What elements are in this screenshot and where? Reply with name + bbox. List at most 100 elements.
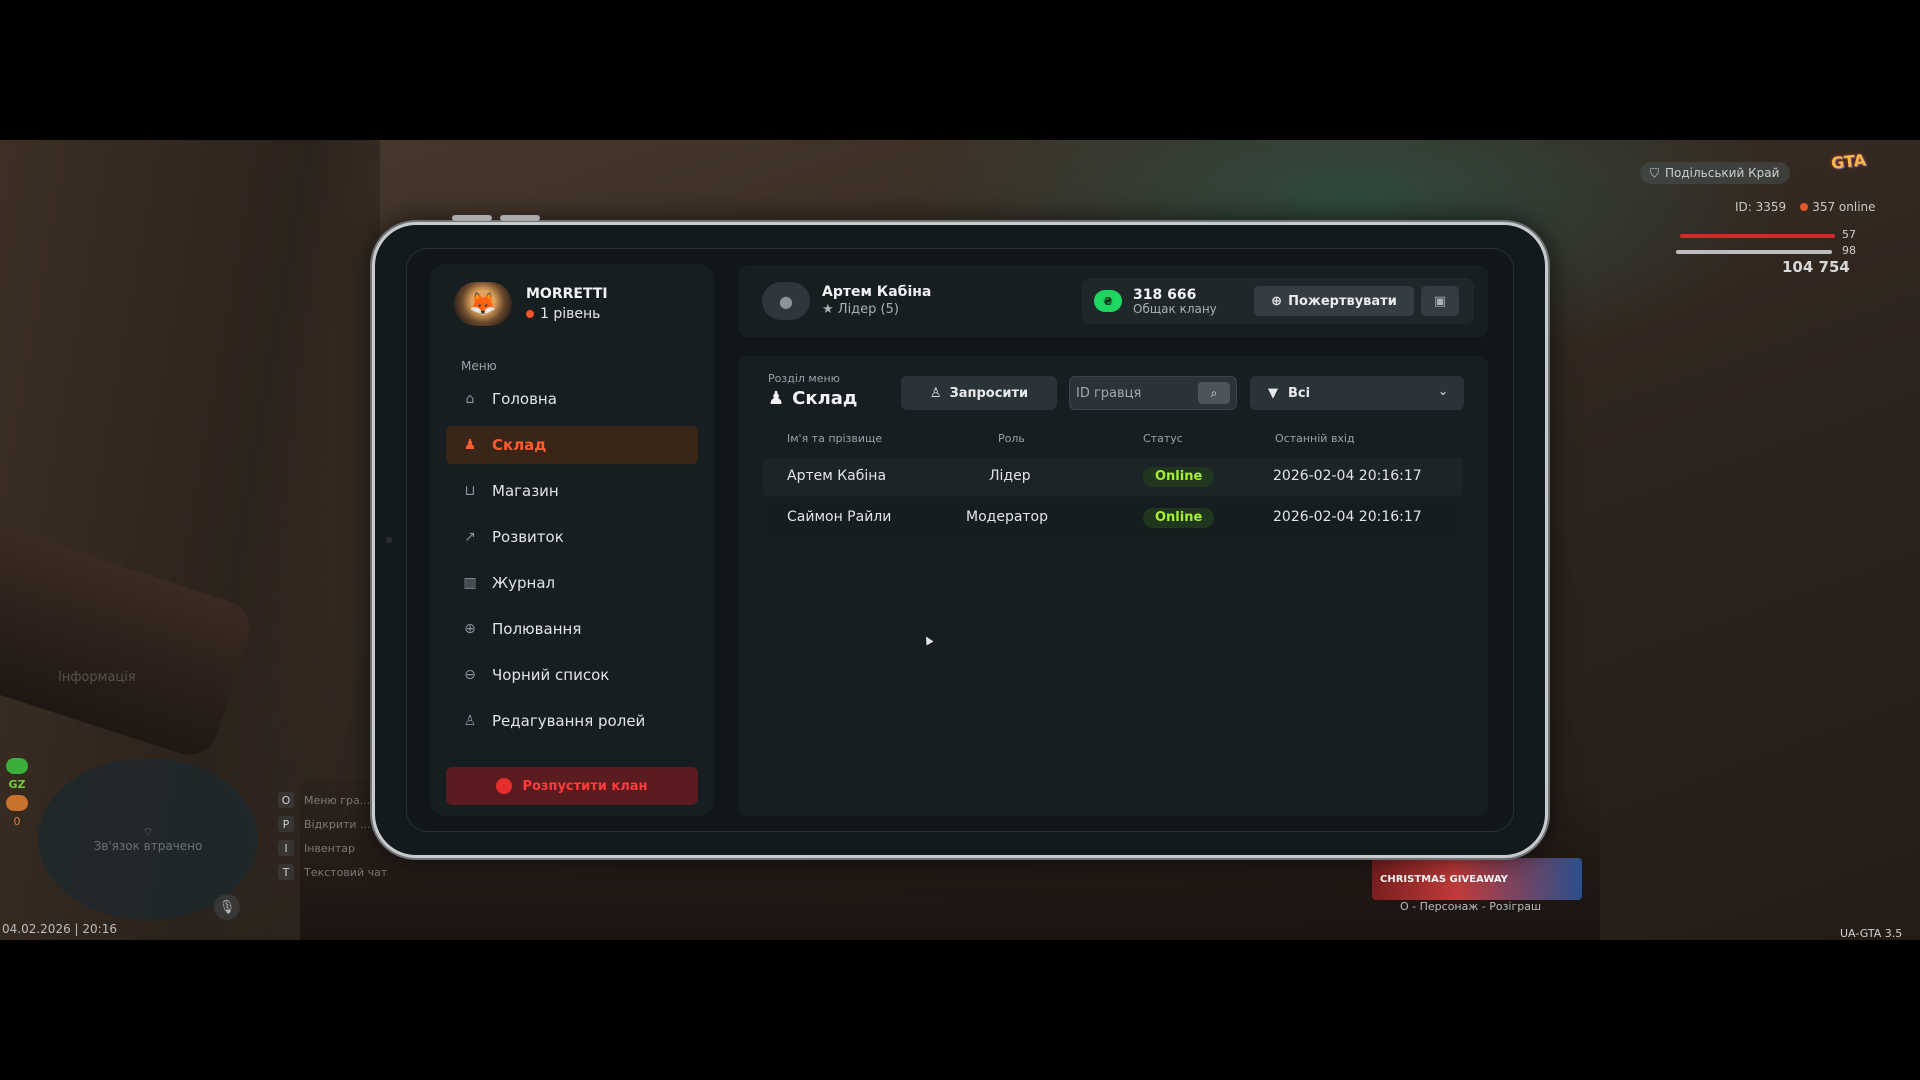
clan-name: MORRETTI [526, 286, 608, 302]
sidebar-item-label: Головна [492, 390, 557, 408]
block-icon: ⊖ [464, 667, 476, 683]
column-last-login: Останній вхід [1275, 432, 1355, 445]
basket-icon: ⊔ [464, 483, 476, 499]
member-last-login: 2026-02-04 20:16:17 [1273, 468, 1422, 484]
key-hint: O Меню гра... [278, 792, 387, 808]
table-row[interactable]: Саймон Райли Модератор Online 2026-02-04… [763, 499, 1463, 537]
minimap-text: Зв'язок втрачено [93, 839, 203, 853]
clan-avatar: 🦊 [454, 282, 512, 326]
bank-label: Общак клану [1133, 302, 1217, 316]
tablet-camera [386, 537, 392, 543]
clan-profile: 🦊 MORRETTI 1 рівень [454, 282, 608, 326]
sidebar-item-label: Склад [492, 436, 547, 454]
table-row[interactable]: Артем Кабіна Лідер Online 2026-02-04 20:… [763, 458, 1463, 496]
online-count: 357 online [1800, 200, 1876, 214]
column-status: Статус [1143, 432, 1183, 445]
sidebar-item-warehouse[interactable]: ♟ Склад [446, 426, 698, 464]
letterbox-bottom [0, 940, 1920, 1080]
health-bar [1680, 234, 1835, 238]
letterbox-top [0, 0, 1920, 140]
money-value: 104 754 [1782, 258, 1850, 276]
menu-title: Меню [461, 359, 497, 373]
status-orange-icon [6, 795, 28, 811]
members-icon: ♟ [768, 388, 785, 409]
health-value: 57 [1842, 228, 1856, 241]
status-green-icon [6, 758, 28, 774]
star-icon: ★ [822, 302, 834, 317]
donate-label: Пожертвувати [1288, 293, 1397, 309]
section-caption: Розділ меню [768, 372, 840, 385]
filter-value: Всі [1288, 385, 1311, 401]
disband-clan-button[interactable]: Розпустити клан [446, 767, 698, 805]
version-label: UA-GTA 3.5 [1840, 927, 1903, 940]
sidebar-item-hunting[interactable]: ⊕ Полювання [446, 610, 698, 648]
member-role: Лідер [989, 468, 1031, 484]
user-avatar-icon: ● [762, 282, 810, 320]
gz-label: GZ [8, 778, 26, 791]
wallet-icon: ▣ [1433, 293, 1447, 309]
server-name: Подільський Край [1665, 166, 1780, 180]
sidebar-menu: ⌂ Головна ♟ Склад ⊔ Магазин ↗ Розвиток ▥… [446, 380, 698, 748]
chart-icon: ↗ [464, 529, 476, 545]
sidebar-item-label: Магазин [492, 482, 559, 500]
user-edit-icon: ♙ [463, 713, 477, 729]
sidebar-item-label: Чорний список [492, 666, 610, 684]
hud-status-dots: GZ 0 [4, 758, 30, 828]
member-role: Модератор [966, 509, 1049, 525]
bank-amount: 318 666 [1133, 287, 1197, 303]
level-dot-icon [526, 310, 534, 318]
filter-select[interactable]: ▼ Всі ⌄ [1250, 376, 1464, 410]
plus-circle-icon: ⊕ [1271, 293, 1283, 309]
armor-value: 98 [1842, 244, 1856, 257]
tablet-button [452, 215, 492, 221]
giveaway-banner: CHRISTMAS GIVEAWAY [1372, 858, 1582, 900]
column-name: Ім'я та прізвище [787, 432, 883, 445]
user-add-icon: ♙ [929, 385, 942, 401]
sidebar-item-label: Журнал [492, 574, 556, 592]
wallet-button[interactable]: ▣ [1421, 286, 1459, 316]
key-hint: T Текстовий чат [278, 864, 387, 880]
members-icon: ♟ [463, 437, 477, 453]
section-title: ♟ Склад [768, 388, 858, 409]
key-hints: O Меню гра... P Відкрити ... I Інвентар T Те… [278, 792, 387, 880]
microphone-icon: 🎙 [214, 894, 240, 920]
datetime: 04.02.2026 | 20:16 [2, 922, 117, 936]
online-dot-icon [1800, 203, 1809, 211]
status-badge: Online [1143, 467, 1215, 487]
sidebar-item-development[interactable]: ↗ Розвиток [446, 518, 698, 556]
server-badge: ⛉ Подільський Край [1640, 162, 1790, 184]
chevron-down-icon: ⌄ [1437, 384, 1448, 398]
book-icon: ▥ [463, 575, 477, 591]
sidebar-item-blacklist[interactable]: ⊖ Чорний список [446, 656, 698, 694]
invite-label: Запросити [949, 385, 1029, 401]
disband-icon [496, 778, 513, 794]
user-name: Артем Кабіна [822, 284, 932, 300]
signal-icon: ⌔ [142, 825, 154, 839]
giveaway-hint: O - Персонаж - Розіграш [1400, 900, 1542, 913]
table-header: Ім'я та прізвище Роль Статус Останній вх… [763, 432, 1463, 448]
invite-button[interactable]: ♙ Запросити [901, 376, 1057, 410]
home-icon: ⌂ [465, 391, 475, 407]
tablet-button [500, 215, 540, 221]
search-icon: ⌕ [1210, 385, 1218, 400]
disband-label: Розпустити клан [522, 778, 648, 794]
sidebar-item-journal[interactable]: ▥ Журнал [446, 564, 698, 602]
search-button[interactable]: ⌕ [1198, 382, 1230, 404]
member-name: Саймон Райли [787, 509, 892, 525]
clan-level: 1 рівень [526, 306, 608, 322]
filter-icon: ▼ [1268, 385, 1278, 401]
shield-icon: ⛉ [1650, 165, 1660, 180]
user-role: ★ Лідер (5) [822, 302, 899, 317]
sidebar-item-shop[interactable]: ⊔ Магазин [446, 472, 698, 510]
key-hint: P Відкрити ... [278, 816, 387, 832]
donate-button[interactable]: ⊕ Пожертвувати [1254, 286, 1414, 316]
sidebar-item-home[interactable]: ⌂ Головна [446, 380, 698, 418]
info-label: Інформація [58, 670, 136, 685]
player-id-input[interactable] [1076, 382, 1194, 404]
coin-icon: ₴ [1094, 290, 1122, 312]
sidebar-item-role-editing[interactable]: ♙ Редагування ролей [446, 702, 698, 740]
sidebar-item-label: Редагування ролей [492, 712, 646, 730]
crosshair-icon: ⊕ [464, 621, 476, 637]
member-last-login: 2026-02-04 20:16:17 [1273, 509, 1422, 525]
player-id-bar: ID: 3359 357 online [1735, 200, 1876, 214]
